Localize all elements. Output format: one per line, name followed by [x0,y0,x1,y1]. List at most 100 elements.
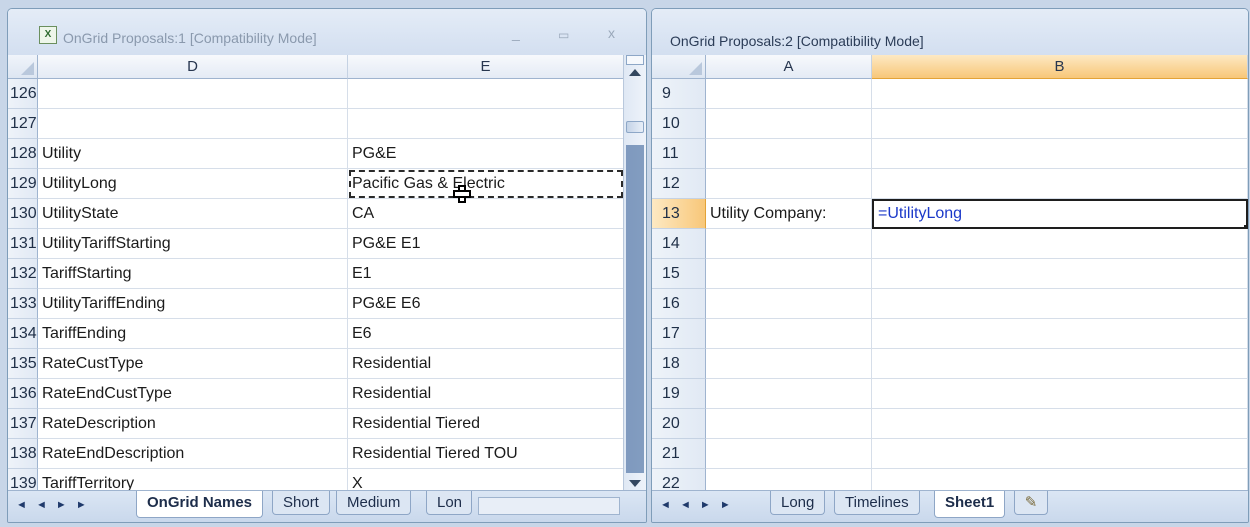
row-header[interactable]: 133 [8,289,38,319]
cell-d[interactable]: TariffStarting [38,259,348,289]
column-header-e[interactable]: E [348,55,624,79]
row-header[interactable]: 14 [652,229,706,259]
row-header[interactable]: 129 [8,169,38,199]
cell-b[interactable] [872,409,1248,439]
active-cell-b13[interactable]: =UtilityLong [872,199,1248,229]
cell-a[interactable] [706,79,872,109]
cell-b[interactable] [872,229,1248,259]
scroll-down-icon[interactable] [629,480,641,487]
cell-b[interactable] [872,79,1248,109]
cell-d[interactable]: Utility [38,139,348,169]
row-header[interactable]: 13 [652,199,706,229]
sheet-nav-buttons[interactable]: ◄ ◄ ► ► [660,499,734,511]
row-header[interactable]: 137 [8,409,38,439]
row-header[interactable]: 21 [652,439,706,469]
tab-timelines[interactable]: Timelines [834,491,920,515]
cell-e[interactable]: Pacific Gas & Electric [348,169,624,199]
cell-a[interactable] [706,259,872,289]
cell-a[interactable] [706,409,872,439]
cell-b[interactable] [872,139,1248,169]
row-header[interactable]: 127 [8,109,38,139]
cell-b[interactable] [872,379,1248,409]
row-header[interactable]: 130 [8,199,38,229]
cell-a[interactable] [706,169,872,199]
row-header[interactable]: 22 [652,469,706,491]
cell-a[interactable] [706,109,872,139]
cell-e[interactable] [348,109,624,139]
left-sheet-grid[interactable]: D E 126 127 128 Utility PG&E 129 UtilityLong Pa… [8,55,624,491]
row-header[interactable]: 128 [8,139,38,169]
excel-icon[interactable]: X [39,26,57,44]
row-header[interactable]: 131 [8,229,38,259]
minimize-icon[interactable]: _ [512,25,520,41]
cell-d[interactable]: RateCustType [38,349,348,379]
cell-b[interactable] [872,259,1248,289]
cell-e[interactable]: X [348,469,624,491]
cell-a[interactable] [706,469,872,491]
cell-b[interactable] [872,289,1248,319]
cell-e[interactable]: E1 [348,259,624,289]
row-header[interactable]: 15 [652,259,706,289]
scroll-track[interactable] [626,145,644,473]
row-header[interactable]: 19 [652,379,706,409]
cell-d[interactable]: UtilityTariffStarting [38,229,348,259]
row-header[interactable]: 134 [8,319,38,349]
right-title-bar[interactable]: OnGrid Proposals:2 [Compatibility Mode] [652,9,1248,55]
tab-short[interactable]: Short [272,491,330,515]
cell-d[interactable]: TariffEnding [38,319,348,349]
cell-a[interactable] [706,379,872,409]
row-header[interactable]: 132 [8,259,38,289]
cell-b[interactable] [872,469,1248,491]
left-horizontal-scrollbar[interactable] [478,497,620,515]
row-header[interactable]: 135 [8,349,38,379]
row-header[interactable]: 16 [652,289,706,319]
cell-e[interactable]: CA [348,199,624,229]
cell-a[interactable] [706,229,872,259]
cell-b[interactable] [872,109,1248,139]
row-header[interactable]: 17 [652,319,706,349]
cell-d[interactable]: RateEndDescription [38,439,348,469]
cell-a[interactable] [706,439,872,469]
row-header[interactable]: 9 [652,79,706,109]
cell-e[interactable]: PG&E [348,139,624,169]
row-header[interactable]: 136 [8,379,38,409]
cell-a[interactable] [706,289,872,319]
right-sheet-grid[interactable]: A B 9 10 11 12 13 Utility Company: =UtilityLon… [652,55,1248,491]
close-icon[interactable]: x [608,25,615,41]
left-title-bar[interactable]: X OnGrid Proposals:1 [Compatibility Mode… [8,9,646,55]
row-header[interactable]: 11 [652,139,706,169]
cell-b[interactable] [872,439,1248,469]
tab-long[interactable]: Lon [426,491,472,515]
cell-b[interactable] [872,349,1248,379]
cell-a[interactable] [706,349,872,379]
column-header-d[interactable]: D [38,55,348,79]
insert-sheet-icon[interactable]: ✎ [1014,491,1048,515]
cell-e[interactable]: Residential Tiered [348,409,624,439]
select-all-corner[interactable] [8,55,38,79]
cell-d[interactable]: TariffTerritory [38,469,348,491]
cell-e[interactable] [348,79,624,109]
cell-d[interactable]: UtilityTariffEnding [38,289,348,319]
column-header-a[interactable]: A [706,55,872,79]
cell-d[interactable]: UtilityLong [38,169,348,199]
cell-b[interactable] [872,319,1248,349]
cell-a[interactable] [706,319,872,349]
tab-sheet1[interactable]: Sheet1 [934,491,1006,518]
row-header[interactable]: 126 [8,79,38,109]
row-header[interactable]: 18 [652,349,706,379]
sheet-nav-buttons[interactable]: ◄ ◄ ► ► [16,499,90,511]
tab-long[interactable]: Long [770,491,826,515]
cell-d[interactable]: RateDescription [38,409,348,439]
cell-e[interactable]: E6 [348,319,624,349]
cell-d[interactable] [38,79,348,109]
cell-e[interactable]: Residential [348,379,624,409]
cell-e[interactable]: Residential Tiered TOU [348,439,624,469]
cell-a[interactable]: Utility Company: [706,199,872,229]
row-header[interactable]: 139 [8,469,38,491]
left-vertical-scrollbar[interactable] [623,55,646,491]
cell-e[interactable]: Residential [348,349,624,379]
cell-b[interactable] [872,169,1248,199]
cell-d[interactable]: RateEndCustType [38,379,348,409]
tab-medium[interactable]: Medium [336,491,412,515]
column-header-b[interactable]: B [872,55,1248,79]
